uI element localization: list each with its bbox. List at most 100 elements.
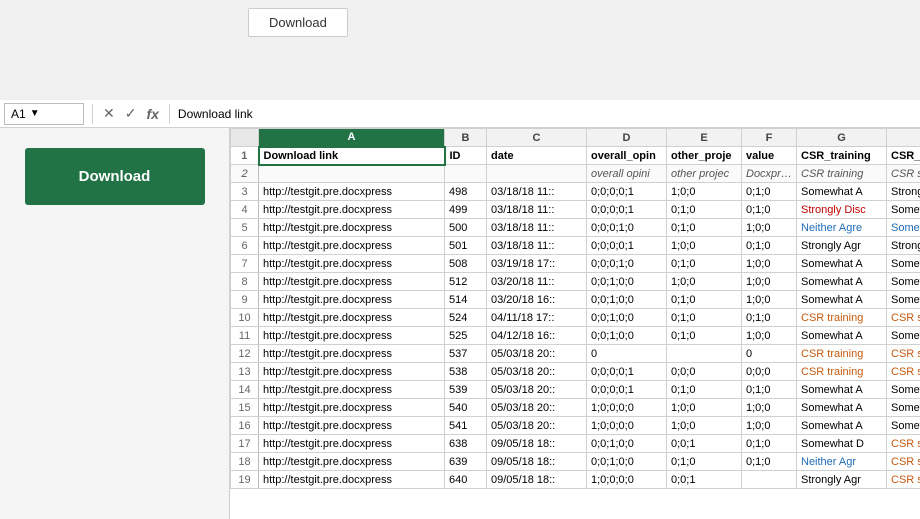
cell-G8[interactable]: Somewhat A — [797, 273, 887, 291]
cell-C8[interactable]: 03/20/18 11:: — [487, 273, 587, 291]
cell-D8[interactable]: 0;0;1;0;0 — [587, 273, 667, 291]
cell-G14[interactable]: Somewhat A — [797, 381, 887, 399]
cell-A13[interactable]: http://testgit.pre.docxpress — [259, 363, 445, 381]
cell-F5[interactable]: 1;0;0 — [742, 219, 797, 237]
cell-B11[interactable]: 525 — [445, 327, 487, 345]
cell-C3[interactable]: 03/18/18 11:: — [487, 183, 587, 201]
cell-E18[interactable]: 0;1;0 — [667, 453, 742, 471]
cell-H9[interactable]: Somewhat A — [887, 291, 920, 309]
cell-D17[interactable]: 0;0;1;0;0 — [587, 435, 667, 453]
cell-B8[interactable]: 512 — [445, 273, 487, 291]
cell-B6[interactable]: 501 — [445, 237, 487, 255]
cell-E9[interactable]: 0;1;0 — [667, 291, 742, 309]
col-header-d[interactable]: D — [587, 129, 667, 147]
cell-H7[interactable]: Somewhat A — [887, 255, 920, 273]
cell-H8[interactable]: Somewhat A — [887, 273, 920, 291]
cell-C11[interactable]: 04/12/18 16:: — [487, 327, 587, 345]
cell-D5[interactable]: 0;0;0;1;0 — [587, 219, 667, 237]
cell-F12[interactable]: 0 — [742, 345, 797, 363]
cell-F8[interactable]: 1;0;0 — [742, 273, 797, 291]
cell-A10[interactable]: http://testgit.pre.docxpress — [259, 309, 445, 327]
cell-F18[interactable]: 0;1;0 — [742, 453, 797, 471]
cell-F16[interactable]: 1;0;0 — [742, 417, 797, 435]
cell-G16[interactable]: Somewhat A — [797, 417, 887, 435]
cancel-icon[interactable]: ✕ — [101, 105, 117, 122]
cell-H12[interactable]: CSR supervis — [887, 345, 920, 363]
cell-G9[interactable]: Somewhat A — [797, 291, 887, 309]
col-header-b[interactable]: B — [445, 129, 487, 147]
cell-e1[interactable]: other_proje — [667, 147, 742, 165]
cell-H10[interactable]: CSR supervis — [887, 309, 920, 327]
cell-C4[interactable]: 03/18/18 11:: — [487, 201, 587, 219]
cell-H3[interactable]: Strongly Agr — [887, 183, 920, 201]
cell-C19[interactable]: 09/05/18 18:: — [487, 471, 587, 489]
cell-G7[interactable]: Somewhat A — [797, 255, 887, 273]
cell-G17[interactable]: Somewhat D — [797, 435, 887, 453]
cell-D16[interactable]: 1;0;0;0;0 — [587, 417, 667, 435]
cell-F13[interactable]: 0;0;0 — [742, 363, 797, 381]
cell-A6[interactable]: http://testgit.pre.docxpress — [259, 237, 445, 255]
cell-B15[interactable]: 540 — [445, 399, 487, 417]
cell-F10[interactable]: 0;1;0 — [742, 309, 797, 327]
cell-B13[interactable]: 538 — [445, 363, 487, 381]
cell-A16[interactable]: http://testgit.pre.docxpress — [259, 417, 445, 435]
cell-C6[interactable]: 03/18/18 11:: — [487, 237, 587, 255]
cell-E4[interactable]: 0;1;0 — [667, 201, 742, 219]
cell-G10[interactable]: CSR training — [797, 309, 887, 327]
cell-C13[interactable]: 05/03/18 20:: — [487, 363, 587, 381]
cell-H6[interactable]: Strongly Agr — [887, 237, 920, 255]
cell-E8[interactable]: 1;0;0 — [667, 273, 742, 291]
col-header-h[interactable]: H — [887, 129, 920, 147]
cell-C9[interactable]: 03/20/18 16:: — [487, 291, 587, 309]
cell-G19[interactable]: Strongly Agr — [797, 471, 887, 489]
cell-A11[interactable]: http://testgit.pre.docxpress — [259, 327, 445, 345]
cell-G13[interactable]: CSR training — [797, 363, 887, 381]
cell-C7[interactable]: 03/19/18 17:: — [487, 255, 587, 273]
cell-G3[interactable]: Somewhat A — [797, 183, 887, 201]
col-header-c[interactable]: C — [487, 129, 587, 147]
cell-B9[interactable]: 514 — [445, 291, 487, 309]
cell-H11[interactable]: Somewhat A — [887, 327, 920, 345]
cell-E11[interactable]: 0;1;0 — [667, 327, 742, 345]
function-icon[interactable]: fx — [144, 106, 160, 122]
cell-D19[interactable]: 1;0;0;0;0 — [587, 471, 667, 489]
cell-A5[interactable]: http://testgit.pre.docxpress — [259, 219, 445, 237]
cell-D6[interactable]: 0;0;0;0;1 — [587, 237, 667, 255]
cell-F9[interactable]: 1;0;0 — [742, 291, 797, 309]
cell-G5[interactable]: Neither Agre — [797, 219, 887, 237]
cell-H19[interactable]: CSR supervis — [887, 471, 920, 489]
col-header-f[interactable]: F — [742, 129, 797, 147]
cell-B17[interactable]: 638 — [445, 435, 487, 453]
cell-C12[interactable]: 05/03/18 20:: — [487, 345, 587, 363]
cell-H17[interactable]: CSR supervis — [887, 435, 920, 453]
cell-B4[interactable]: 499 — [445, 201, 487, 219]
cell-H15[interactable]: Somewhat A — [887, 399, 920, 417]
cell-H4[interactable]: Somewhat D — [887, 201, 920, 219]
cell-F11[interactable]: 1;0;0 — [742, 327, 797, 345]
col-header-g[interactable]: G — [797, 129, 887, 147]
confirm-icon[interactable]: ✓ — [123, 105, 139, 122]
cell-C5[interactable]: 03/18/18 11:: — [487, 219, 587, 237]
cell-B5[interactable]: 500 — [445, 219, 487, 237]
cell-A14[interactable]: http://testgit.pre.docxpress — [259, 381, 445, 399]
cell-H13[interactable]: CSR supervis — [887, 363, 920, 381]
cell-D13[interactable]: 0;0;0;0;1 — [587, 363, 667, 381]
spreadsheet-wrapper[interactable]: A B C D E F G H I J 1 Download link ID d… — [230, 128, 920, 519]
cell-E14[interactable]: 0;1;0 — [667, 381, 742, 399]
cell-C15[interactable]: 05/03/18 20:: — [487, 399, 587, 417]
cell-b1[interactable]: ID — [445, 147, 487, 165]
cell-g1[interactable]: CSR_training — [797, 147, 887, 165]
cell-h1[interactable]: CSR_supervi — [887, 147, 920, 165]
cell-B19[interactable]: 640 — [445, 471, 487, 489]
cell-E19[interactable]: 0;0;1 — [667, 471, 742, 489]
cell-D9[interactable]: 0;0;1;0;0 — [587, 291, 667, 309]
cell-G11[interactable]: Somewhat A — [797, 327, 887, 345]
cell-A19[interactable]: http://testgit.pre.docxpress — [259, 471, 445, 489]
cell-G12[interactable]: CSR training — [797, 345, 887, 363]
cell-E3[interactable]: 1;0;0 — [667, 183, 742, 201]
cell-A12[interactable]: http://testgit.pre.docxpress — [259, 345, 445, 363]
col-header-e[interactable]: E — [667, 129, 742, 147]
cell-E15[interactable]: 1;0;0 — [667, 399, 742, 417]
cell-E13[interactable]: 0;0;0 — [667, 363, 742, 381]
cell-A17[interactable]: http://testgit.pre.docxpress — [259, 435, 445, 453]
